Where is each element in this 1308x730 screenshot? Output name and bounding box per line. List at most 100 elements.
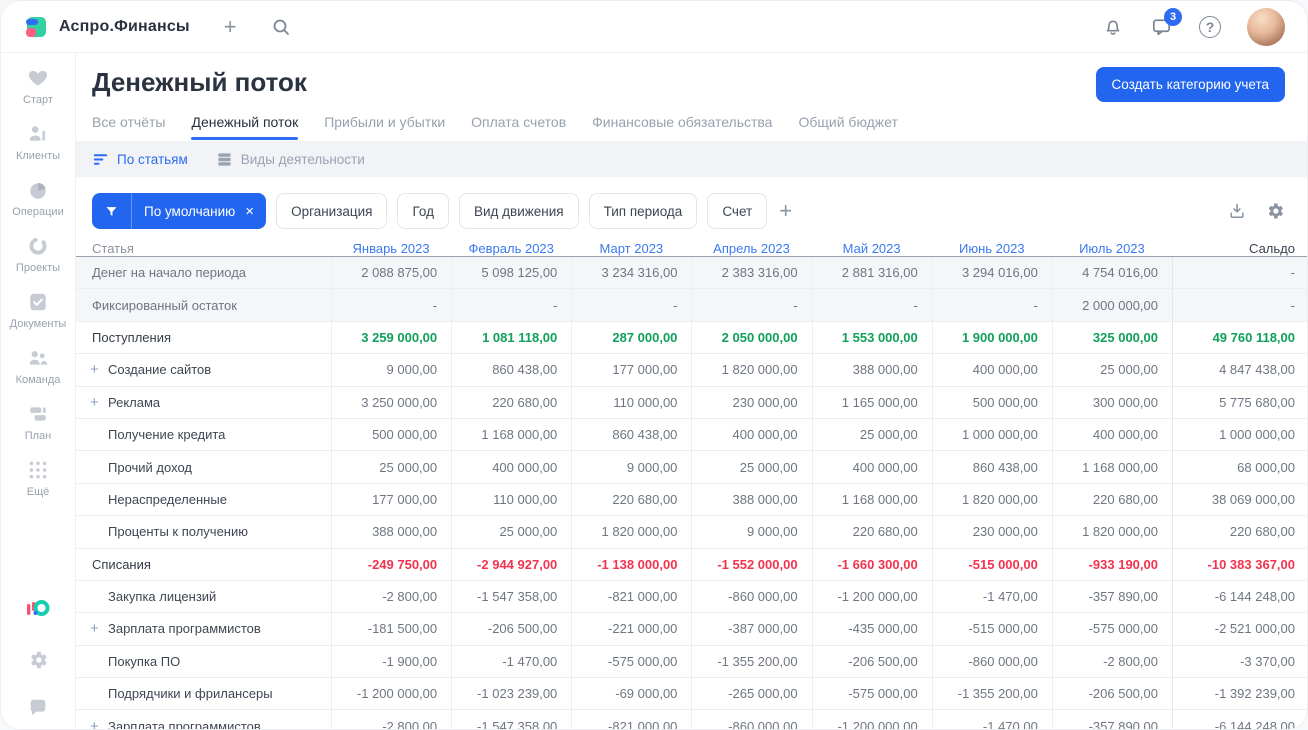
expand-icon[interactable]: + [90,620,108,637]
filter-chip-period-type[interactable]: Тип периода [588,193,698,229]
month-value: -1 900,00 [331,645,451,678]
sidebar-item-start[interactable]: Старт [23,67,53,106]
filter-chip-movement-type[interactable]: Вид движения [458,193,579,229]
row-label: Прочий доход [108,459,192,475]
sidebar-item-plan[interactable]: План [25,403,51,442]
table-row[interactable]: + Зарплата программистов -2 800,00 -1 547 3… [76,710,1307,729]
settings-gear-icon[interactable] [27,649,49,671]
month-value: -1 355 200,00 [931,678,1052,710]
table-row[interactable]: Закупка лицензий -2 800,00 -1 547 358,00 -8… [76,580,1307,614]
column-header-month[interactable]: Апрель 2023 [691,241,811,256]
month-value: -1 023 239,00 [451,678,571,710]
saldo-value: - [1172,289,1295,321]
table-row[interactable]: Нераспределенные 177 000,00 110 000,00 220 … [76,483,1307,517]
month-value: 220 680,00 [571,483,691,516]
table-row[interactable]: + Реклама 3 250 000,00 220 680,00 110 000,00… [76,386,1307,419]
table-row[interactable]: Подрядчики и фрилансеры -1 200 000,00 -1 0… [76,678,1307,711]
messages-icon[interactable]: 3 [1150,8,1182,38]
month-value: 3 234 316,00 [571,257,691,289]
filter-chip-organization[interactable]: Организация [276,193,388,229]
month-value: 400 000,00 [931,354,1052,386]
saldo-value: -3 370,00 [1172,645,1295,678]
tab-budget[interactable]: Общий бюджет [798,114,897,130]
sidebar-item-team[interactable]: Команда [16,347,60,386]
saldo-value: 49 760 118,00 [1172,321,1295,354]
month-value: -357 890,00 [1051,580,1172,613]
add-filter-icon[interactable]: + [779,198,792,224]
team-icon [29,351,48,365]
brand[interactable]: Аспро.Финансы [23,14,190,40]
expand-icon[interactable]: + [90,718,108,729]
month-value: -1 552 000,00 [691,548,811,580]
filter-chip-year[interactable]: Год [397,193,449,229]
tab-obligations[interactable]: Финансовые обязательства [592,114,772,130]
filter-default-chip[interactable]: По умолчанию × [92,193,267,229]
month-value: 3 250 000,00 [331,386,451,418]
column-header-month[interactable]: Июль 2023 [1052,241,1172,256]
column-header-month[interactable]: Январь 2023 [331,241,451,256]
expand-icon[interactable]: + [90,361,108,378]
more-grid-icon [29,461,47,479]
month-value: 5 098 125,00 [451,257,571,289]
sidebar-item-projects[interactable]: Проекты [16,235,60,274]
table-row[interactable]: Поступления 3 259 000,00 1 081 118,00 287 0… [76,321,1307,355]
table-row[interactable]: Проценты к получению 388 000,00 25 000,00 1… [76,516,1307,549]
sidebar-item-operations[interactable]: Операции [12,179,64,218]
create-category-button[interactable]: Создать категорию учета [1095,67,1285,102]
sidebar-item-documents[interactable]: Документы [10,291,66,330]
month-value: -1 547 358,00 [451,710,571,729]
report-tabs: Все отчёты Денежный поток Прибыли и убыт… [76,103,1307,141]
column-header-month[interactable]: Июнь 2023 [932,241,1052,256]
month-value: 860 438,00 [931,451,1052,483]
download-icon[interactable] [1227,201,1247,221]
table-row[interactable]: Прочий доход 25 000,00 400 000,00 9 000,00 2… [76,451,1307,484]
add-button[interactable]: + [224,15,237,38]
heart-icon [28,70,48,86]
month-value: -357 890,00 [1051,710,1172,729]
column-header-month[interactable]: Май 2023 [812,241,932,256]
tab-all-reports[interactable]: Все отчёты [92,114,165,130]
tab-invoices[interactable]: Оплата счетов [471,114,566,130]
month-value: 25 000,00 [451,516,571,548]
search-icon[interactable] [271,17,291,37]
help-icon[interactable]: ? [1199,15,1221,38]
table-row[interactable]: Списания -249 750,00 -2 944 927,00 -1 138 0… [76,548,1307,581]
clear-filter-icon[interactable]: × [245,203,266,220]
month-value: -181 500,00 [331,613,451,645]
month-value: -1 660 300,00 [811,548,932,580]
subtab-by-items[interactable]: По статьям [92,151,188,168]
filter-chip-account[interactable]: Счет [707,193,768,229]
subtab-activity-types[interactable]: Виды деятельности [216,151,365,168]
sidebar-item-more[interactable]: Ещё [27,459,49,498]
table-row[interactable]: + Создание сайтов 9 000,00 860 438,00 177 00… [76,354,1307,387]
month-value: 9 000,00 [331,354,451,386]
sidebar-item-clients[interactable]: Клиенты [16,123,60,162]
table-row[interactable]: Денег на начало периода 2 088 875,00 5 098… [76,257,1307,290]
table-row[interactable]: + Зарплата программистов -181 500,00 -206 5… [76,613,1307,646]
month-value: 1 081 118,00 [451,321,571,354]
column-header-month[interactable]: Февраль 2023 [451,241,571,256]
table-row[interactable]: Получение кредита 500 000,00 1 168 000,00 8… [76,418,1307,452]
month-value: -1 470,00 [931,710,1052,729]
column-header-item[interactable]: Статья [76,241,331,256]
month-value: 177 000,00 [571,354,691,386]
expand-icon[interactable]: + [90,394,108,411]
notifications-bell-icon[interactable] [1102,16,1124,38]
month-value: 230 000,00 [931,516,1052,548]
table-settings-gear-icon[interactable] [1265,201,1285,221]
funnel-icon [92,193,132,229]
month-value: -515 000,00 [931,548,1052,580]
month-value: 2 881 316,00 [811,257,932,289]
table-body: Денег на начало периода 2 088 875,00 5 098… [76,257,1307,729]
tab-profit-loss[interactable]: Прибыли и убытки [324,114,445,130]
month-value: -860 000,00 [691,710,811,729]
column-header-month[interactable]: Март 2023 [571,241,691,256]
tab-cash-flow[interactable]: Денежный поток [191,114,298,140]
table-row[interactable]: Покупка ПО -1 900,00 -1 470,00 -575 000,00-… [76,645,1307,679]
month-value: 3 259 000,00 [331,321,451,354]
aspro-cloud-icon[interactable] [24,597,52,623]
avatar[interactable] [1247,7,1285,46]
table-row[interactable]: Фиксированный остаток - - - - - -2 000 000,00- [76,289,1307,322]
support-chat-icon[interactable] [27,697,49,719]
saldo-value: 38 069 000,00 [1172,483,1295,516]
